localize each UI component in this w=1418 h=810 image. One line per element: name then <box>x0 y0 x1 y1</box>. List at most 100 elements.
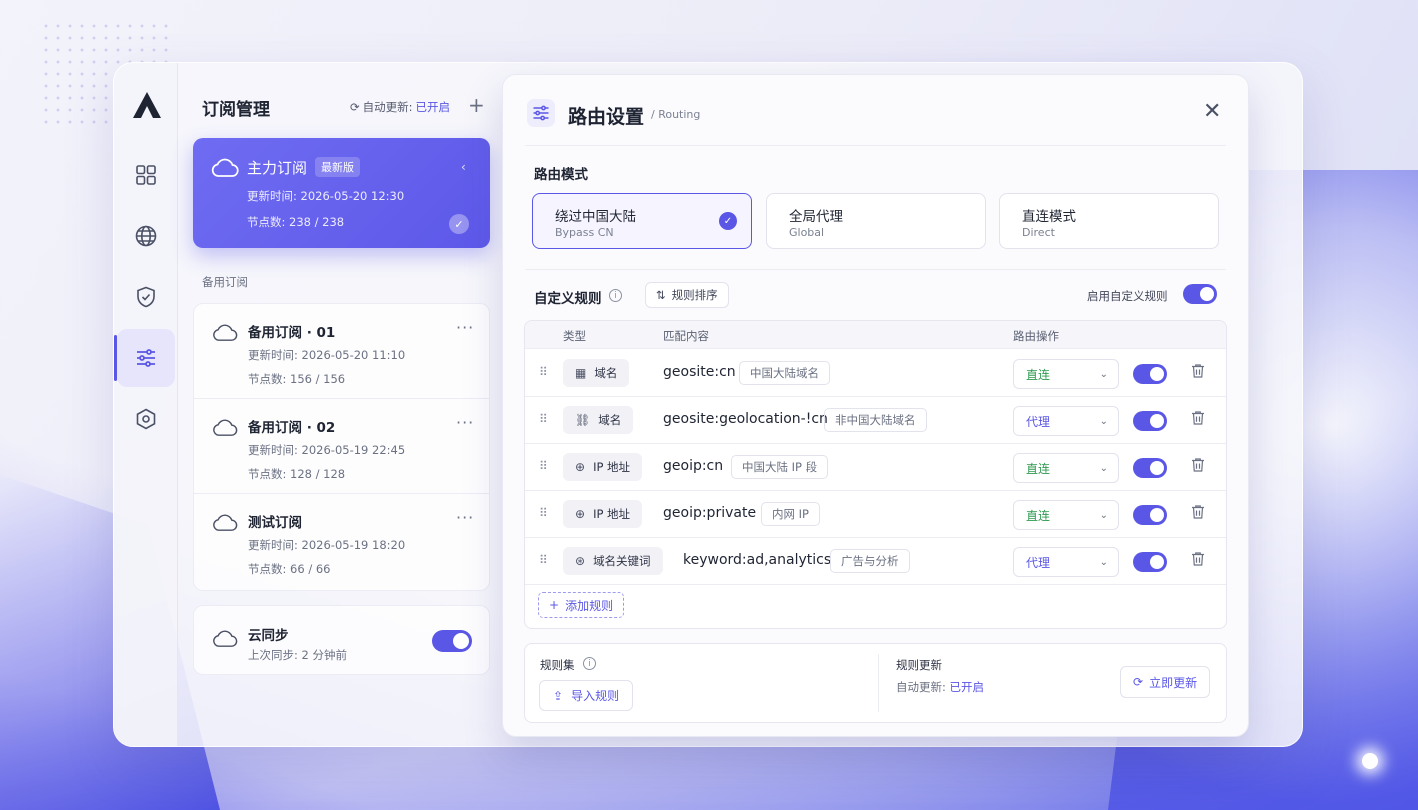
rule-action-value: 直连 <box>1026 508 1051 523</box>
rule-enabled-toggle[interactable] <box>1133 411 1167 431</box>
plus-icon: + <box>549 598 560 612</box>
rule-enabled-toggle[interactable] <box>1133 552 1167 572</box>
list-item[interactable]: 备用订阅 · 01 更新时间: 2026-05-20 11:10 节点数: 15… <box>194 304 489 399</box>
subscription-name: 备用订阅 · 02 <box>248 420 336 436</box>
column-action: 路由操作 <box>1013 329 1059 343</box>
chevron-down-icon: ⌄ <box>1099 556 1108 568</box>
rule-action-value: 直连 <box>1026 461 1051 476</box>
rule-match: geoip:private <box>663 505 757 521</box>
drag-handle-icon[interactable]: ⠿ <box>539 553 548 567</box>
routing-mode-label: 路由模式 <box>534 167 588 183</box>
rule-type: ⊕ IP 地址 <box>563 500 643 528</box>
list-item[interactable]: 测试订阅 更新时间: 2026-05-19 18:20 节点数: 66 / 66… <box>194 494 489 589</box>
drag-handle-icon[interactable]: ⠿ <box>539 506 548 520</box>
refresh-icon: ⟳ <box>350 100 360 114</box>
trash-icon[interactable] <box>1189 409 1207 427</box>
table-row: ⠿ ⊕ IP 地址 geoip:cn 中国大陆 IP 段 直连 ⌄ <box>525 444 1226 491</box>
auto-update-value: 已开启 <box>415 100 451 114</box>
column-type: 类型 <box>563 329 586 343</box>
sort-label: 规则排序 <box>671 288 718 302</box>
table-row: ⠿ ▦ 域名 geosite:cn 中国大陆域名 直连 ⌄ <box>525 350 1226 397</box>
rule-action-value: 代理 <box>1026 555 1051 570</box>
rule-type: ⊛ 域名关键词 <box>563 547 663 575</box>
info-icon[interactable]: i <box>583 657 596 670</box>
rule-action-select[interactable]: 直连 ⌄ <box>1013 453 1119 483</box>
drag-handle-icon[interactable]: ⠿ <box>539 365 548 379</box>
list-item[interactable]: 备用订阅 · 02 更新时间: 2026-05-19 22:45 节点数: 12… <box>194 399 489 494</box>
subscription-nodes: 节点数: 128 / 128 <box>248 467 346 481</box>
more-options-icon[interactable]: ··· <box>456 508 474 527</box>
rule-auto-update: 自动更新: 已开启 <box>896 680 985 694</box>
import-rules-button[interactable]: ⇪ 导入规则 <box>539 680 634 711</box>
rule-match: geoip:cn <box>663 458 724 474</box>
globe-icon <box>135 225 157 247</box>
rules-footer: 规则集 i ⇪ 导入规则 规则更新 自动更新: 已开启 ⟳ 立即更新 <box>524 643 1227 723</box>
grid-icon <box>136 165 156 185</box>
rule-tag: 中国大陆域名 <box>739 361 830 385</box>
cloud-icon <box>213 514 238 531</box>
trash-icon[interactable] <box>1189 362 1207 380</box>
domain-icon: ▦ <box>575 366 587 380</box>
rail-dashboard-button[interactable] <box>117 146 175 204</box>
drag-handle-icon[interactable]: ⠿ <box>539 459 548 473</box>
rule-enabled-toggle[interactable] <box>1133 364 1167 384</box>
trash-icon[interactable] <box>1189 503 1207 521</box>
mode-global[interactable]: 全局代理 Global <box>766 193 986 249</box>
subscription-title: 订阅管理 <box>202 100 270 120</box>
rule-tag: 非中国大陆域名 <box>824 408 927 432</box>
rail-routing-button[interactable] <box>114 329 175 387</box>
chevron-down-icon: ⌄ <box>1099 415 1108 427</box>
trash-icon[interactable] <box>1189 550 1207 568</box>
enable-custom-toggle[interactable] <box>1183 284 1217 304</box>
rule-match: geosite:geolocation-!cn <box>663 411 828 427</box>
cloud-icon <box>213 324 238 341</box>
main-subscription-card[interactable]: 主力订阅 最新版 ‹ 更新时间: 2026-05-20 12:30 节点数: 2… <box>193 138 490 248</box>
cloud-sync-last: 上次同步: 2 分钟前 <box>248 648 348 662</box>
trash-icon[interactable] <box>1189 456 1207 474</box>
rule-type: ⛓ 域名 <box>563 406 634 434</box>
collapse-icon[interactable]: ‹ <box>461 160 466 174</box>
upload-icon: ⇪ <box>553 688 564 703</box>
rule-action-select[interactable]: 直连 ⌄ <box>1013 500 1119 530</box>
info-icon[interactable]: i <box>609 289 622 302</box>
backup-section-label: 备用订阅 <box>202 275 248 289</box>
cloud-sync-card: 云同步 上次同步: 2 分钟前 <box>193 605 490 675</box>
rule-tag: 内网 IP <box>761 502 820 526</box>
subscription-updated: 更新时间: 2026-05-20 11:10 <box>248 348 406 362</box>
subscription-nodes: 节点数: 238 / 238 <box>247 215 345 229</box>
auto-update-status[interactable]: ⟳ 自动更新: 已开启 <box>350 99 450 115</box>
rule-action-select[interactable]: 代理 ⌄ <box>1013 547 1119 577</box>
cloud-sync-toggle[interactable] <box>432 630 472 652</box>
more-options-icon[interactable]: ··· <box>456 413 474 432</box>
mode-sub: Global <box>789 226 825 239</box>
refresh-icon: ⟳ <box>1133 675 1144 689</box>
rule-type: ⊕ IP 地址 <box>563 453 643 481</box>
subscription-updated: 更新时间: 2026-05-20 12:30 <box>247 189 405 203</box>
update-now-button[interactable]: ⟳ 立即更新 <box>1120 666 1211 698</box>
more-options-icon[interactable]: ··· <box>456 318 474 337</box>
sort-rules-button[interactable]: ⇅ 规则排序 <box>645 282 729 308</box>
rule-action-value: 代理 <box>1026 414 1051 429</box>
close-icon[interactable]: ✕ <box>1203 99 1221 124</box>
rule-match: geosite:cn <box>663 364 736 380</box>
drag-handle-icon[interactable]: ⠿ <box>539 412 548 426</box>
mode-bypass-cn[interactable]: 绕过中国大陆 Bypass CN ✓ <box>532 193 752 249</box>
rule-action-select[interactable]: 代理 ⌄ <box>1013 406 1119 436</box>
logo-icon <box>133 92 161 118</box>
rule-enabled-toggle[interactable] <box>1133 505 1167 525</box>
rule-enabled-toggle[interactable] <box>1133 458 1167 478</box>
subscription-updated: 更新时间: 2026-05-19 18:20 <box>248 538 406 552</box>
routing-settings-panel: 路由设置 / Routing ✕ 路由模式 绕过中国大陆 Bypass CN ✓… <box>502 74 1249 737</box>
rail-network-button[interactable] <box>117 207 175 265</box>
rail-security-button[interactable] <box>117 268 175 326</box>
rail-settings-button[interactable] <box>117 390 175 448</box>
rule-tag: 中国大陆 IP 段 <box>731 455 829 479</box>
rule-action-select[interactable]: 直连 ⌄ <box>1013 359 1119 389</box>
plus-icon: + <box>468 93 485 117</box>
mode-direct[interactable]: 直连模式 Direct <box>999 193 1219 249</box>
ip-icon: ⊕ <box>575 507 586 521</box>
subscription-updated: 更新时间: 2026-05-19 22:45 <box>248 443 406 457</box>
auto-update-label: 自动更新: <box>362 100 413 114</box>
add-subscription-button[interactable]: + <box>468 93 485 117</box>
add-rule-button[interactable]: + 添加规则 <box>538 592 625 618</box>
